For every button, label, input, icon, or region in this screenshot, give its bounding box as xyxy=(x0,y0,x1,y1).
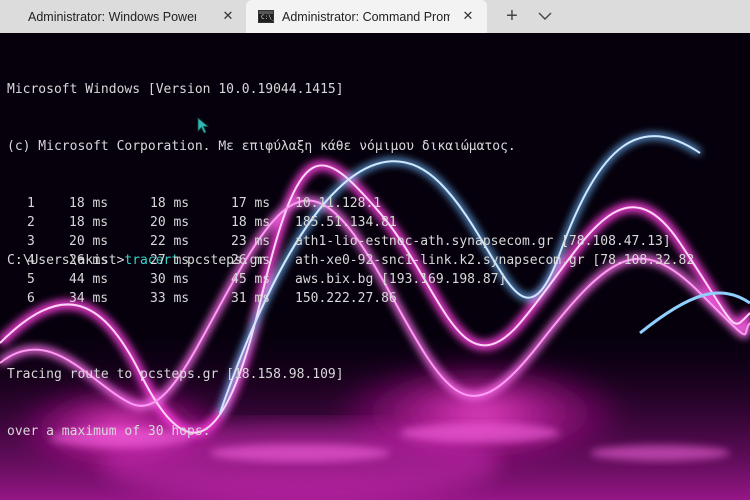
hop-row: 1 18 ms 18 ms 17 ms 10.11.128.1 xyxy=(7,194,381,213)
hop-number: 4 xyxy=(27,253,35,268)
hop-number: 2 xyxy=(27,215,35,230)
hop-rtt-3: 23 ms xyxy=(231,234,271,249)
tab-command-prompt[interactable]: C:\_ Administrator: Command Promp ✕ xyxy=(246,0,487,33)
hop-rtt-3: 45 ms xyxy=(231,272,271,287)
hop-rtt-1: 26 ms xyxy=(69,253,109,268)
hop-rtt-2: 18 ms xyxy=(150,196,190,211)
new-tab-button[interactable]: + xyxy=(502,6,522,26)
hop-row: 6 34 ms 33 ms 31 ms 150.222.27.86 xyxy=(7,289,397,308)
hop-rtt-1: 18 ms xyxy=(69,196,109,211)
hop-rtt-2: 30 ms xyxy=(150,272,190,287)
hop-row: 2 18 ms 20 ms 18 ms 185.51.134.81 xyxy=(7,213,397,232)
hop-rtt-2: 20 ms xyxy=(150,215,190,230)
hop-number: 6 xyxy=(27,291,35,306)
hop-rtt-3: 31 ms xyxy=(231,291,271,306)
hop-number: 1 xyxy=(27,196,35,211)
hop-rtt-2: 27 ms xyxy=(150,253,190,268)
hop-rtt-1: 20 ms xyxy=(69,234,109,249)
hop-host: 185.51.134.81 xyxy=(295,215,397,230)
mouse-cursor-icon xyxy=(197,117,210,134)
hop-number: 3 xyxy=(27,234,35,249)
hop-rtt-3: 18 ms xyxy=(231,215,271,230)
hop-host: ath1-lio-estnoc-ath.synapsecom.gr [78.10… xyxy=(295,234,671,249)
tab-powershell[interactable]: Administrator: Windows PowerShe ✕ xyxy=(0,0,246,33)
hop-list: 1 18 ms 18 ms 17 ms 10.11.128.1 2 18 ms … xyxy=(7,194,694,308)
chevron-down-icon[interactable] xyxy=(537,8,553,24)
hop-host: 150.222.27.86 xyxy=(295,291,397,306)
hop-row: 4 26 ms 27 ms 26 ms ath-xe0-92-snc1-link… xyxy=(7,251,694,270)
hop-row: 5 44 ms 30 ms 45 ms aws.bix.bg [193.169.… xyxy=(7,270,506,289)
tab-bar: Administrator: Windows PowerShe ✕ C:\_ A… xyxy=(0,0,750,33)
terminal-pane[interactable]: Microsoft Windows [Version 10.0.19044.14… xyxy=(0,33,750,500)
banner-copyright: (c) Microsoft Corporation. Με επιφύλαξη … xyxy=(7,139,516,154)
tab-title: Administrator: Command Promp xyxy=(282,9,450,24)
hop-host: ath-xe0-92-snc1-link.k2.synapsecom.gr [7… xyxy=(295,253,695,268)
close-icon[interactable]: ✕ xyxy=(461,9,475,23)
hop-rtt-1: 44 ms xyxy=(69,272,109,287)
hop-host: aws.bix.bg [193.169.198.87] xyxy=(295,272,507,287)
hop-rtt-1: 34 ms xyxy=(69,291,109,306)
hop-rtt-2: 33 ms xyxy=(150,291,190,306)
hop-number: 5 xyxy=(27,272,35,287)
hop-rtt-3: 17 ms xyxy=(231,196,271,211)
hop-rtt-3: 26 ms xyxy=(231,253,271,268)
tab-title: Administrator: Windows PowerShe xyxy=(28,9,196,24)
trace-max-hops: over a maximum of 30 hops: xyxy=(7,424,211,439)
hop-host: 10.11.128.1 xyxy=(295,196,382,211)
hop-rtt-1: 18 ms xyxy=(69,215,109,230)
close-icon[interactable]: ✕ xyxy=(221,9,235,23)
hop-row: 3 20 ms 22 ms 23 ms ath1-lio-estnoc-ath.… xyxy=(7,232,671,251)
banner-version: Microsoft Windows [Version 10.0.19044.14… xyxy=(7,82,344,97)
cmd-icon: C:\_ xyxy=(258,10,276,23)
hop-rtt-2: 22 ms xyxy=(150,234,190,249)
trace-header: Tracing route to pcsteps.gr [18.158.98.1… xyxy=(7,367,344,382)
cmd-icon-text: C:\_ xyxy=(261,14,276,21)
